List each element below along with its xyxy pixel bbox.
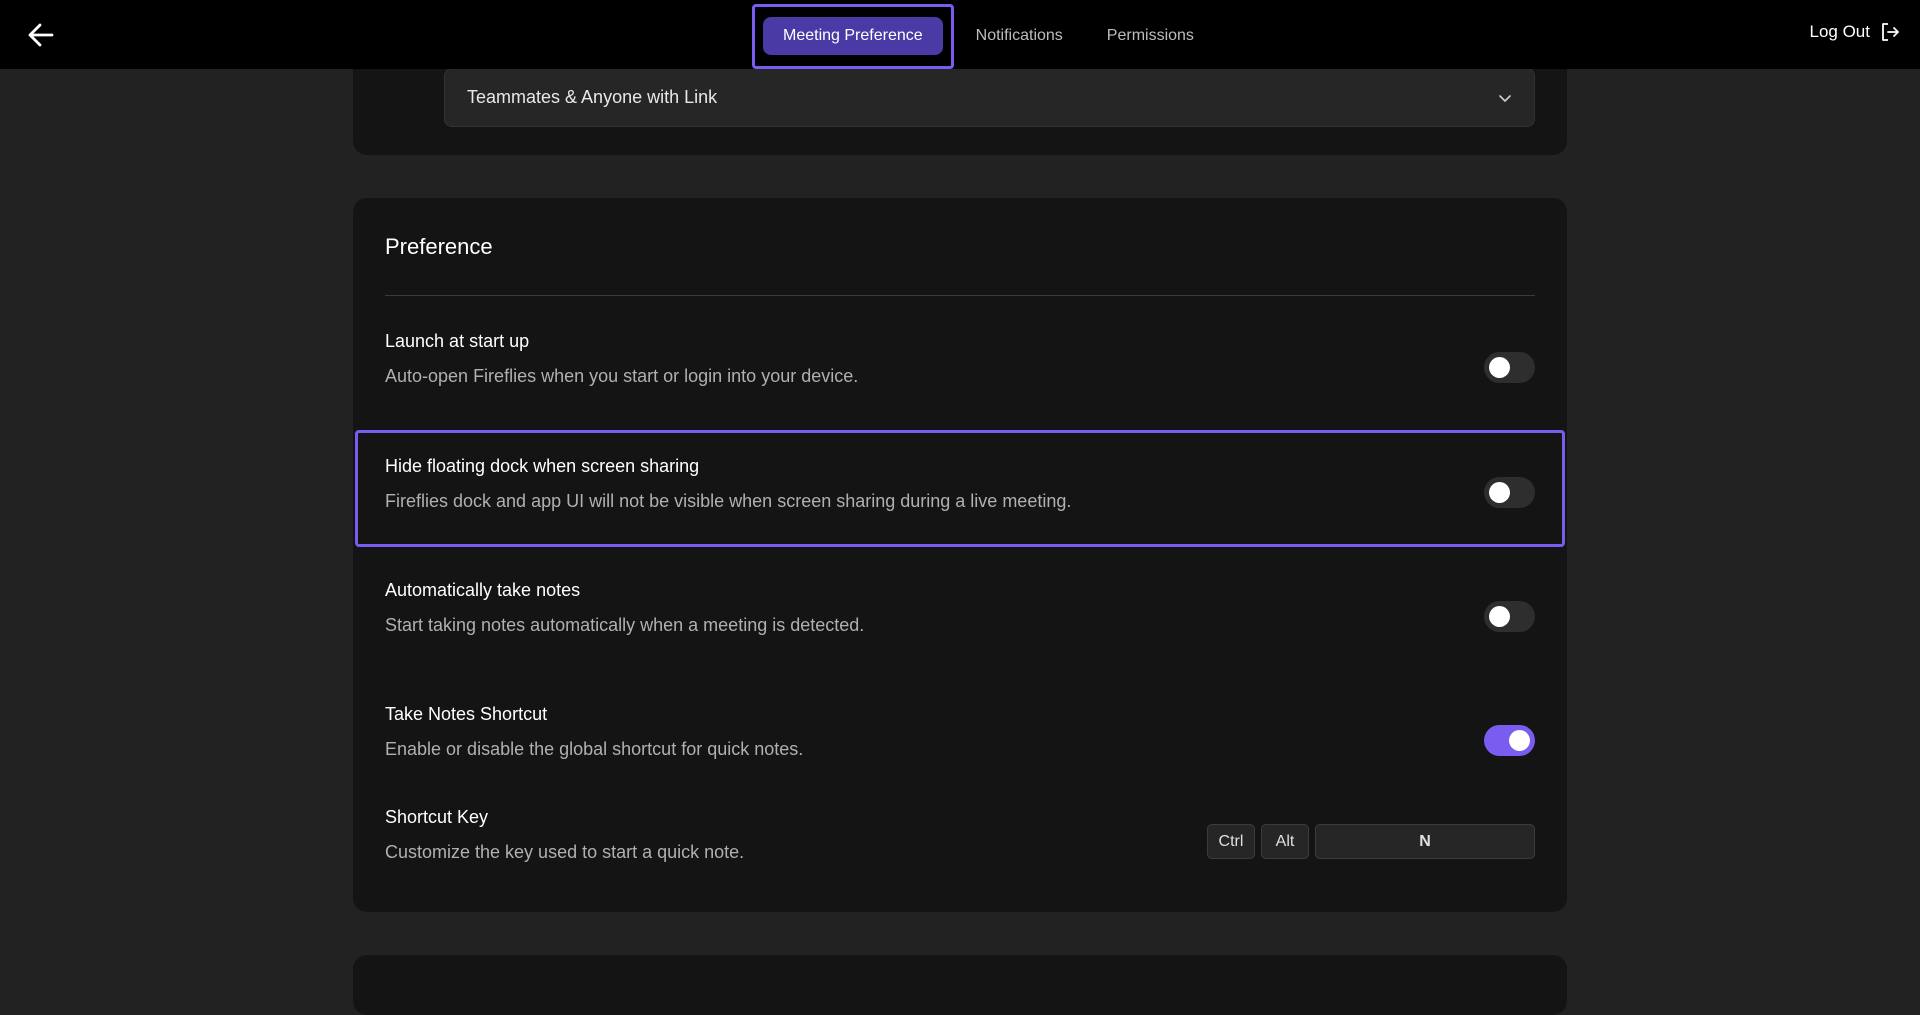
chevron-down-icon (1499, 95, 1511, 102)
preference-title: Preference (385, 234, 493, 259)
setting-row-launch-at-startup: Launch at start up Auto-open Fireflies w… (385, 331, 1535, 387)
setting-description: Auto-open Fireflies when you start or lo… (385, 366, 859, 386)
sharing-select[interactable]: Teammates & Anyone with Link (444, 68, 1535, 127)
logout-button[interactable]: Log Out (1810, 22, 1901, 42)
divider (385, 295, 1535, 296)
tab-permissions[interactable]: Permissions (1085, 17, 1216, 55)
next-card (353, 955, 1567, 1015)
toggle-knob (1509, 730, 1530, 751)
tab-meeting-preference[interactable]: Meeting Preference (763, 17, 943, 55)
toggle-launch-at-startup[interactable] (1484, 352, 1535, 383)
toggle-knob (1489, 606, 1510, 627)
toggle-hide-floating-dock[interactable] (1484, 477, 1535, 508)
top-bar: Meeting Preference Notifications Permiss… (0, 0, 1920, 69)
settings-tabs: Meeting Preference Notifications Permiss… (752, 3, 1216, 69)
preference-card: Preference Launch at start up Auto-open … (353, 198, 1567, 912)
toggle-take-notes-shortcut[interactable] (1484, 725, 1535, 756)
setting-row-hide-floating-dock: Hide floating dock when screen sharing F… (385, 456, 1535, 512)
tab-meeting-preference-outline: Meeting Preference (752, 3, 954, 69)
setting-description: Enable or disable the global shortcut fo… (385, 739, 804, 759)
toggle-auto-take-notes[interactable] (1484, 601, 1535, 632)
sharing-select-value: Teammates & Anyone with Link (467, 87, 718, 107)
setting-row-take-notes-shortcut: Take Notes Shortcut Enable or disable th… (385, 704, 1535, 760)
setting-description: Start taking notes automatically when a … (385, 615, 865, 635)
shortcut-keys: Ctrl Alt N (1207, 824, 1535, 859)
setting-description: Fireflies dock and app UI will not be vi… (385, 491, 1072, 511)
setting-title: Launch at start up (385, 331, 530, 351)
modifier-key-ctrl: Ctrl (1207, 824, 1255, 859)
logout-icon (1882, 23, 1899, 41)
setting-title: Automatically take notes (385, 580, 581, 600)
setting-title: Hide floating dock when screen sharing (385, 456, 700, 476)
tab-notifications[interactable]: Notifications (954, 17, 1085, 55)
setting-title: Take Notes Shortcut (385, 704, 548, 724)
shortcut-key-input[interactable]: N (1315, 824, 1535, 859)
back-button[interactable] (24, 18, 58, 52)
toggle-knob (1489, 357, 1510, 378)
toggle-knob (1489, 482, 1510, 503)
arrow-left-icon (28, 23, 54, 47)
setting-row-auto-take-notes: Automatically take notes Start taking no… (385, 580, 1535, 636)
logout-label: Log Out (1809, 22, 1871, 41)
modifier-key-alt: Alt (1261, 824, 1309, 859)
